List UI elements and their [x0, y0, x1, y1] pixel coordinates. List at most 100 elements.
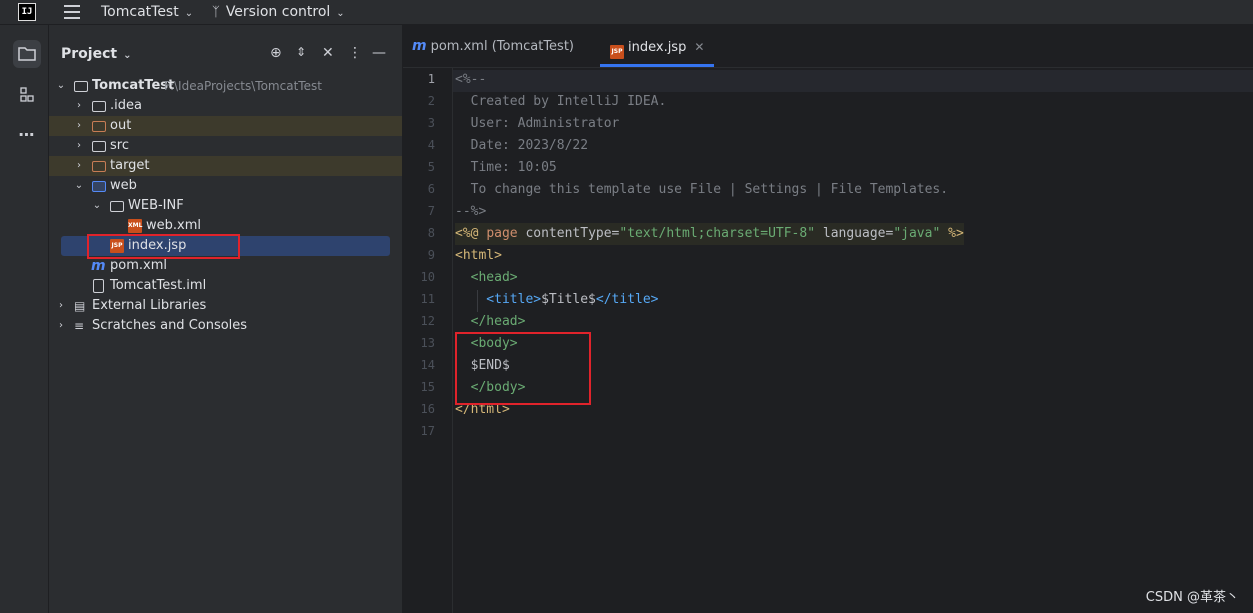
tree-label: Scratches and Consoles [92, 318, 248, 333]
line-number: 1 [427, 72, 435, 86]
vcs-label: Version control [225, 4, 331, 20]
line-number: 15 [420, 380, 435, 394]
line-number: 10 [420, 270, 435, 284]
jsp-file-icon: JSP [610, 45, 624, 59]
code-line-10: <head> [455, 270, 518, 285]
line-number: 4 [427, 138, 435, 152]
tree-label: out [110, 118, 132, 133]
more-icon[interactable]: ⋯ [13, 121, 41, 149]
folder-icon [92, 141, 106, 152]
tree-item-target[interactable]: › target [49, 156, 402, 176]
tree-label: pom.xml [110, 258, 167, 273]
branch-icon: ᛉ [212, 5, 220, 20]
chevron-down-icon: ⌄ [56, 80, 66, 91]
line-number: 2 [427, 94, 435, 108]
tree-label: TomcatTest.iml [110, 278, 207, 293]
chevron-down-icon: ⌄ [74, 180, 84, 191]
tree-item-pom-xml[interactable]: m pom.xml [49, 256, 402, 276]
line-number: 6 [427, 182, 435, 196]
tree-item-external-libraries[interactable]: › ▤ External Libraries [49, 296, 402, 316]
maven-file-icon: m [91, 258, 106, 274]
main-menu-icon[interactable] [64, 5, 80, 19]
xml-file-icon: XML [128, 219, 142, 233]
code-line-3: User: Administrator [455, 116, 620, 131]
line-number: 8 [427, 226, 435, 240]
tool-window-bar: ⋯ [0, 25, 49, 613]
chevron-right-icon: › [77, 100, 81, 111]
tree-item-src[interactable]: › src [49, 136, 402, 156]
tree-item-web[interactable]: ⌄ web [49, 176, 402, 196]
excluded-folder-icon [92, 161, 106, 172]
code-line-12: </head> [455, 314, 526, 329]
tree-item-scratches[interactable]: › ≡ Scratches and Consoles [49, 316, 402, 336]
code-line-6: To change this template use File | Setti… [455, 182, 949, 197]
tree-label: External Libraries [92, 298, 207, 313]
code-line-1: <%-- [455, 72, 487, 87]
chevron-down-icon: ⌄ [184, 8, 194, 19]
project-panel-title[interactable]: Project ⌄ [61, 46, 131, 62]
tree-item-iml[interactable]: TomcatTest.iml [49, 276, 402, 296]
tree-label: web.xml [146, 218, 201, 233]
code-line-2: Created by IntelliJ IDEA. [455, 94, 667, 109]
tab-label: index.jsp [628, 40, 687, 55]
line-number: 9 [427, 248, 435, 262]
vcs-widget[interactable]: ᛉ Version control ⌄ [212, 3, 345, 23]
main-toolbar: IJ TomcatTest ⌄ ᛉ Version control ⌄ [0, 0, 1253, 25]
hide-icon[interactable]: — [372, 45, 386, 61]
locate-icon[interactable]: ⊕ [270, 45, 282, 61]
tree-item-project-root[interactable]: ⌄ TomcatTest F:\IdeaProjects\TomcatTest [49, 76, 402, 96]
project-switcher-label: TomcatTest [101, 4, 179, 20]
line-number: 7 [427, 204, 435, 218]
tree-item-out[interactable]: › out [49, 116, 402, 136]
code-line-8: <%@ page contentType="text/html;charset=… [455, 223, 964, 245]
web-folder-icon [92, 181, 106, 192]
tree-path: F:\IdeaProjects\TomcatTest [164, 79, 322, 93]
code-line-7: --%> [455, 204, 487, 219]
line-number-gutter: 1 2 3 4 5 6 7 8 9 10 11 12 13 14 15 16 1… [403, 68, 453, 613]
project-switcher[interactable]: TomcatTest ⌄ [101, 3, 193, 23]
code-line-9: <html> [455, 248, 502, 263]
folder-icon[interactable] [13, 40, 41, 68]
tree-label: target [110, 158, 150, 173]
chevron-right-icon: › [59, 320, 63, 331]
tree-label: web [110, 178, 137, 193]
structure-icon[interactable] [13, 81, 41, 109]
options-icon[interactable]: ⋮ [348, 45, 362, 61]
tree-item-web-inf[interactable]: ⌄ WEB-INF [49, 196, 402, 216]
line-number: 12 [420, 314, 435, 328]
line-number: 13 [420, 336, 435, 350]
line-number: 3 [427, 116, 435, 130]
tab-index-jsp[interactable]: JSP index.jsp ✕ [610, 38, 704, 59]
intellij-logo-icon[interactable]: IJ [18, 3, 36, 21]
maven-file-icon: m [412, 38, 427, 54]
code-line-4: Date: 2023/8/22 [455, 138, 589, 153]
annotation-highlight-box [455, 332, 591, 405]
tree-label: WEB-INF [128, 198, 184, 213]
annotation-highlight-box [87, 234, 240, 259]
tree-label: src [110, 138, 129, 153]
tab-pom-xml[interactable]: m pom.xml (TomcatTest) [412, 38, 574, 56]
expand-all-icon[interactable]: ⇕ [296, 45, 306, 59]
line-number: 17 [420, 424, 435, 438]
tree-label: .idea [110, 98, 142, 113]
chevron-right-icon: › [77, 120, 81, 131]
chevron-right-icon: › [77, 160, 81, 171]
line-number: 14 [420, 358, 435, 372]
folder-icon [92, 101, 106, 112]
tab-label: pom.xml (TomcatTest) [430, 39, 574, 54]
module-folder-icon [74, 81, 88, 92]
close-tab-icon[interactable]: ✕ [694, 40, 704, 54]
project-tool-window: Project ⌄ ⊕ ⇕ ✕ ⋮ — ⌄ TomcatTest F:\IdeaP… [49, 25, 403, 613]
tree-item-idea[interactable]: › .idea [49, 96, 402, 116]
collapse-all-icon[interactable]: ✕ [322, 45, 334, 61]
tree-item-web-xml[interactable]: XML web.xml [49, 216, 402, 236]
chevron-right-icon: › [77, 140, 81, 151]
scratches-icon: ≡ [74, 319, 85, 333]
chevron-down-icon: ⌄ [92, 200, 102, 211]
watermark-text: CSDN @革茶丶 [1145, 590, 1239, 605]
library-icon: ▤ [74, 299, 86, 313]
code-line-5: Time: 10:05 [455, 160, 557, 175]
chevron-down-icon: ⌄ [336, 8, 345, 19]
line-number: 16 [420, 402, 435, 416]
chevron-right-icon: › [59, 300, 63, 311]
